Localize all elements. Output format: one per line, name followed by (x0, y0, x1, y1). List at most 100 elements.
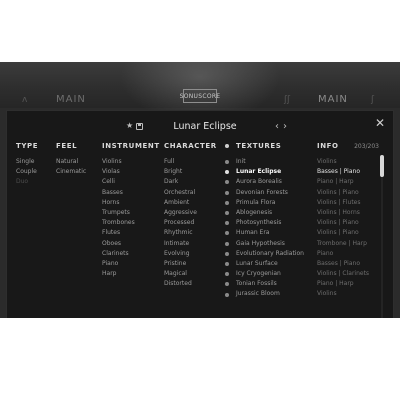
sonuscore-logo: SONUSCORE (180, 89, 220, 103)
list-scrollbar[interactable] (380, 155, 384, 318)
header-character: CHARACTER (164, 142, 217, 150)
info-item: Basses | Piano (317, 259, 361, 267)
character-item[interactable]: Bright (164, 167, 197, 177)
texture-item[interactable]: Photosynthesis (225, 218, 304, 228)
texture-item[interactable]: Primula Flora (225, 198, 304, 208)
character-item[interactable]: Distorted (164, 279, 197, 289)
character-item[interactable]: Ambient (164, 198, 197, 208)
character-item[interactable]: Orchestral (164, 188, 197, 198)
preset-name[interactable]: Lunar Eclipse (117, 119, 293, 135)
info-item: Piano | Harp (317, 280, 354, 288)
instrument-item[interactable]: Celli (102, 177, 135, 187)
texture-label: Tonian Fossils (236, 280, 277, 288)
info-item: Violins | Clarinets (317, 270, 370, 278)
preset-browser-panel: ★ Lunar Eclipse ‹ › ✕ TYPE FEEL INSTRUME… (6, 110, 394, 318)
character-column: Full Bright Dark Orchestral Ambient Aggr… (164, 157, 197, 289)
bullet-icon (225, 190, 229, 195)
background-dim-mark-left: ʌ (22, 95, 28, 105)
close-icon[interactable]: ✕ (375, 117, 385, 129)
bullet-icon (225, 261, 229, 266)
feel-item[interactable]: Natural (56, 157, 86, 167)
texture-item[interactable]: Evolutionary Radiation (225, 249, 304, 259)
bullet-icon (225, 231, 229, 236)
type-column: Single Couple Duo (16, 157, 37, 188)
bullet-icon (225, 144, 229, 148)
instrument-item[interactable]: Horns (102, 198, 135, 208)
info-item: Violins | Horns (317, 208, 360, 216)
texture-label: Lunar Eclipse (236, 168, 282, 176)
texture-item[interactable]: Tonian Fossils (225, 279, 304, 289)
bullet-icon (225, 221, 229, 226)
header-feel: FEEL (56, 142, 78, 150)
texture-item[interactable]: Aurora Borealis (225, 177, 304, 187)
character-item[interactable]: Processed (164, 218, 197, 228)
chevron-left-icon[interactable]: ‹ (275, 120, 279, 134)
preset-counter: 203/203 (354, 143, 379, 150)
texture-item[interactable]: Gaia Hypothesis (225, 239, 304, 249)
texture-item[interactable]: Human Era (225, 228, 304, 238)
texture-item[interactable]: Lunar Surface (225, 259, 304, 269)
texture-label: Human Era (236, 229, 270, 237)
texture-label: Primula Flora (236, 198, 276, 206)
texture-label: Devonian Forests (236, 188, 288, 196)
texture-label: Evolutionary Radiation (236, 249, 304, 257)
texture-label: Aurora Borealis (236, 178, 282, 186)
texture-item[interactable]: Init (225, 157, 304, 167)
info-item: Trombone | Harp (317, 239, 367, 247)
instrument-item[interactable]: Violins (102, 157, 135, 167)
info-column: Violins Basses | Piano Piano | Harp Viol… (317, 157, 369, 300)
header-textures-label: TEXTURES (236, 142, 282, 150)
character-item[interactable]: Intimate (164, 239, 197, 249)
texture-label: Ablogenesis (236, 208, 273, 216)
bullet-icon (225, 282, 229, 287)
instrument-item[interactable]: Trumpets (102, 208, 135, 218)
info-item: Violins (317, 158, 337, 165)
bullet-icon (225, 160, 229, 165)
scrollbar-thumb[interactable] (380, 155, 384, 177)
texture-item[interactable]: Devonian Forests (225, 188, 304, 198)
header-info: INFO (317, 142, 339, 150)
bullet-icon (225, 211, 229, 216)
info-item: Piano | Harp (317, 178, 354, 186)
texture-item-selected[interactable]: Lunar Eclipse (225, 167, 304, 177)
character-item[interactable]: Dark (164, 177, 197, 187)
character-item[interactable]: Evolving (164, 249, 197, 259)
texture-label: Lunar Surface (236, 259, 278, 267)
info-item: Piano (317, 249, 334, 257)
bullet-icon (225, 180, 229, 185)
instrument-item[interactable]: Clarinets (102, 249, 135, 259)
info-item: Violins | Piano (317, 229, 359, 237)
header-type: TYPE (16, 142, 39, 150)
info-item-selected: Basses | Piano (317, 168, 361, 176)
background-tab-main-right: MAIN (318, 94, 348, 105)
character-item[interactable]: Full (164, 157, 197, 167)
bullet-icon (225, 170, 229, 175)
texture-item[interactable]: Jurassic Bloom (225, 289, 304, 299)
texture-item[interactable]: Icy Cryogenian (225, 269, 304, 279)
info-item: Violins | Piano (317, 188, 359, 196)
instrument-item[interactable]: Flutes (102, 228, 135, 238)
type-item[interactable]: Single (16, 157, 37, 167)
character-item[interactable]: Magical (164, 269, 197, 279)
header-instrument: INSTRUMENT (102, 142, 160, 150)
instrument-item[interactable]: Oboes (102, 239, 135, 249)
instrument-item[interactable]: Trombones (102, 218, 135, 228)
chevron-right-icon[interactable]: › (283, 120, 287, 134)
character-item[interactable]: Rhythmic (164, 228, 197, 238)
texture-label: Jurassic Bloom (236, 290, 280, 298)
character-item[interactable]: Aggressive (164, 208, 197, 218)
instrument-item[interactable]: Harp (102, 269, 135, 279)
bullet-icon (225, 272, 229, 277)
instrument-item[interactable]: Basses (102, 188, 135, 198)
feel-column: Natural Cinematic (56, 157, 86, 177)
type-item[interactable]: Couple (16, 167, 37, 177)
instrument-item[interactable]: Violas (102, 167, 135, 177)
feel-item[interactable]: Cinematic (56, 167, 86, 177)
character-item[interactable]: Pristine (164, 259, 197, 269)
background-dim-mark-right: ʃʃ (284, 95, 291, 105)
textures-column: Init Lunar Eclipse Aurora Borealis Devon… (225, 157, 304, 300)
background-dim-mark-far-right: ʃ (371, 95, 375, 105)
texture-item[interactable]: Ablogenesis (225, 208, 304, 218)
type-item[interactable]: Duo (16, 177, 37, 187)
instrument-item[interactable]: Piano (102, 259, 135, 269)
